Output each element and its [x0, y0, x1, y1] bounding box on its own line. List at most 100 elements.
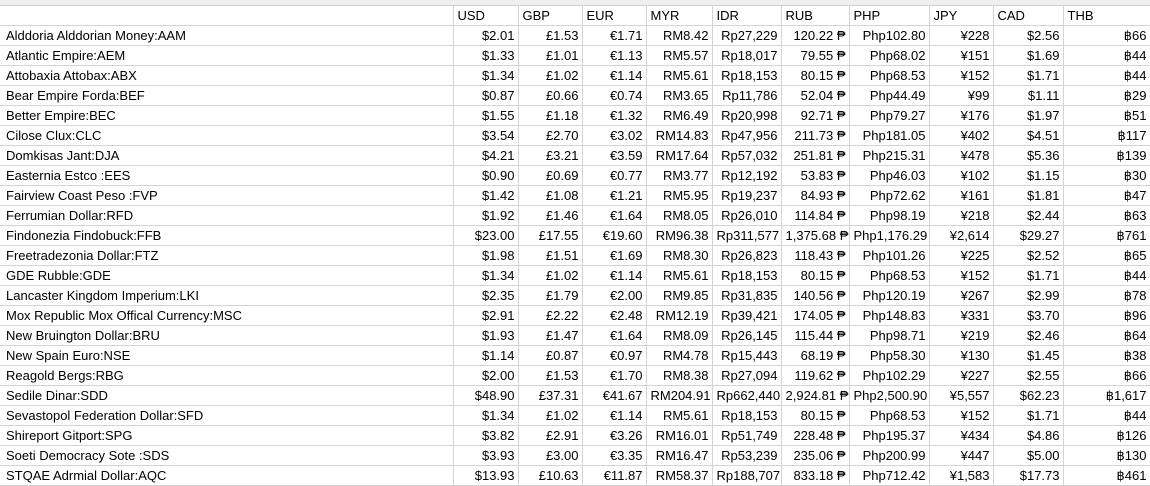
rate-cell[interactable]: £2.22 — [518, 305, 583, 326]
rate-cell[interactable]: €0.97 — [582, 345, 647, 366]
rate-cell[interactable]: ฿44 — [1063, 265, 1150, 286]
rate-cell[interactable]: $1.15 — [993, 165, 1064, 186]
rate-cell[interactable]: ฿461 — [1063, 465, 1150, 486]
rate-cell[interactable]: ¥99 — [929, 85, 994, 106]
header-cell[interactable]: CAD — [993, 6, 1064, 26]
rate-cell[interactable]: Rp53,239 — [712, 445, 782, 466]
rate-cell[interactable]: £1.79 — [518, 285, 583, 306]
rate-cell[interactable]: Php72.62 — [849, 185, 930, 206]
rate-cell[interactable]: 2,924.81 ₱ — [781, 385, 850, 406]
rate-cell[interactable]: Php215.31 — [849, 145, 930, 166]
rate-cell[interactable]: RM16.47 — [646, 445, 713, 466]
rate-cell[interactable]: ¥152 — [929, 65, 994, 86]
currency-name-cell[interactable]: Freetradezonia Dollar:FTZ — [0, 245, 454, 266]
rate-cell[interactable]: Rp27,094 — [712, 365, 782, 386]
rate-cell[interactable]: 115.44 ₱ — [781, 325, 850, 346]
rate-cell[interactable]: ฿130 — [1063, 445, 1150, 466]
rate-cell[interactable]: RM5.61 — [646, 265, 713, 286]
rate-cell[interactable]: Php68.53 — [849, 65, 930, 86]
rate-cell[interactable]: $23.00 — [453, 225, 519, 246]
rate-cell[interactable]: ¥2,614 — [929, 225, 994, 246]
rate-cell[interactable]: Php98.19 — [849, 205, 930, 226]
rate-cell[interactable]: £1.01 — [518, 45, 583, 66]
rate-cell[interactable]: £1.08 — [518, 185, 583, 206]
rate-cell[interactable]: Rp47,956 — [712, 125, 782, 146]
rate-cell[interactable]: 228.48 ₱ — [781, 425, 850, 446]
rate-cell[interactable]: ฿51 — [1063, 105, 1150, 126]
rate-cell[interactable]: $1.42 — [453, 185, 519, 206]
rate-cell[interactable]: $1.71 — [993, 265, 1064, 286]
rate-cell[interactable]: €1.70 — [582, 365, 647, 386]
rate-cell[interactable]: RM17.64 — [646, 145, 713, 166]
rate-cell[interactable]: €3.59 — [582, 145, 647, 166]
rate-cell[interactable]: 52.04 ₱ — [781, 85, 850, 106]
rate-cell[interactable]: $3.93 — [453, 445, 519, 466]
rate-cell[interactable]: €0.74 — [582, 85, 647, 106]
rate-cell[interactable]: ¥225 — [929, 245, 994, 266]
rate-cell[interactable]: Php102.80 — [849, 25, 930, 46]
rate-cell[interactable]: $1.34 — [453, 405, 519, 426]
rate-cell[interactable]: €3.26 — [582, 425, 647, 446]
currency-name-cell[interactable]: Lancaster Kingdom Imperium:LKI — [0, 285, 454, 306]
currency-name-cell[interactable]: Domkisas Jant:DJA — [0, 145, 454, 166]
rate-cell[interactable]: ¥434 — [929, 425, 994, 446]
rate-cell[interactable]: 80.15 ₱ — [781, 405, 850, 426]
rate-cell[interactable]: ฿44 — [1063, 65, 1150, 86]
rate-cell[interactable]: RM8.38 — [646, 365, 713, 386]
header-cell[interactable]: PHP — [849, 6, 930, 26]
rate-cell[interactable]: Rp31,835 — [712, 285, 782, 306]
rate-cell[interactable]: Rp39,421 — [712, 305, 782, 326]
rate-cell[interactable]: ¥152 — [929, 265, 994, 286]
rate-cell[interactable]: $3.82 — [453, 425, 519, 446]
rate-cell[interactable]: £1.53 — [518, 25, 583, 46]
rate-cell[interactable]: $1.14 — [453, 345, 519, 366]
rate-cell[interactable]: ฿65 — [1063, 245, 1150, 266]
rate-cell[interactable]: Rp662,440 — [712, 385, 782, 406]
rate-cell[interactable]: 79.55 ₱ — [781, 45, 850, 66]
rate-cell[interactable]: Php68.53 — [849, 405, 930, 426]
currency-name-cell[interactable]: Ferrumian Dollar:RFD — [0, 205, 454, 226]
rate-cell[interactable]: $29.27 — [993, 225, 1064, 246]
currency-name-cell[interactable]: STQAE Adrmial Dollar:AQC — [0, 465, 454, 486]
rate-cell[interactable]: RM5.95 — [646, 185, 713, 206]
rate-cell[interactable]: ฿96 — [1063, 305, 1150, 326]
rate-cell[interactable]: ฿78 — [1063, 285, 1150, 306]
rate-cell[interactable]: £1.46 — [518, 205, 583, 226]
rate-cell[interactable]: £17.55 — [518, 225, 583, 246]
rate-cell[interactable]: RM8.09 — [646, 325, 713, 346]
rate-cell[interactable]: RM4.78 — [646, 345, 713, 366]
rate-cell[interactable]: €1.13 — [582, 45, 647, 66]
rate-cell[interactable]: $62.23 — [993, 385, 1064, 406]
rate-cell[interactable]: £1.02 — [518, 265, 583, 286]
rate-cell[interactable]: Php1,176.29 — [849, 225, 930, 246]
rate-cell[interactable]: 114.84 ₱ — [781, 205, 850, 226]
currency-name-cell[interactable]: Findonezia Findobuck:FFB — [0, 225, 454, 246]
rate-cell[interactable]: $2.00 — [453, 365, 519, 386]
rate-cell[interactable]: Rp11,786 — [712, 85, 782, 106]
header-cell[interactable]: THB — [1063, 6, 1150, 26]
rate-cell[interactable]: $1.71 — [993, 405, 1064, 426]
rate-cell[interactable]: $1.34 — [453, 265, 519, 286]
rate-cell[interactable]: 68.19 ₱ — [781, 345, 850, 366]
rate-cell[interactable]: £10.63 — [518, 465, 583, 486]
rate-cell[interactable]: $1.45 — [993, 345, 1064, 366]
rate-cell[interactable]: Rp18,153 — [712, 405, 782, 426]
rate-cell[interactable]: €1.64 — [582, 205, 647, 226]
currency-name-cell[interactable]: Sedile Dinar:SDD — [0, 385, 454, 406]
rate-cell[interactable]: Php200.99 — [849, 445, 930, 466]
rate-cell[interactable]: $0.90 — [453, 165, 519, 186]
rate-cell[interactable]: $1.11 — [993, 85, 1064, 106]
rate-cell[interactable]: ฿44 — [1063, 45, 1150, 66]
rate-cell[interactable]: ¥267 — [929, 285, 994, 306]
rate-cell[interactable]: $2.01 — [453, 25, 519, 46]
rate-cell[interactable]: RM3.65 — [646, 85, 713, 106]
rate-cell[interactable]: ฿761 — [1063, 225, 1150, 246]
header-cell-blank[interactable] — [0, 6, 454, 26]
rate-cell[interactable]: 235.06 ₱ — [781, 445, 850, 466]
rate-cell[interactable]: ¥102 — [929, 165, 994, 186]
rate-cell[interactable]: ฿63 — [1063, 205, 1150, 226]
rate-cell[interactable]: €11.87 — [582, 465, 647, 486]
rate-cell[interactable]: $48.90 — [453, 385, 519, 406]
currency-name-cell[interactable]: Mox Republic Mox Offical Currency:MSC — [0, 305, 454, 326]
rate-cell[interactable]: 174.05 ₱ — [781, 305, 850, 326]
